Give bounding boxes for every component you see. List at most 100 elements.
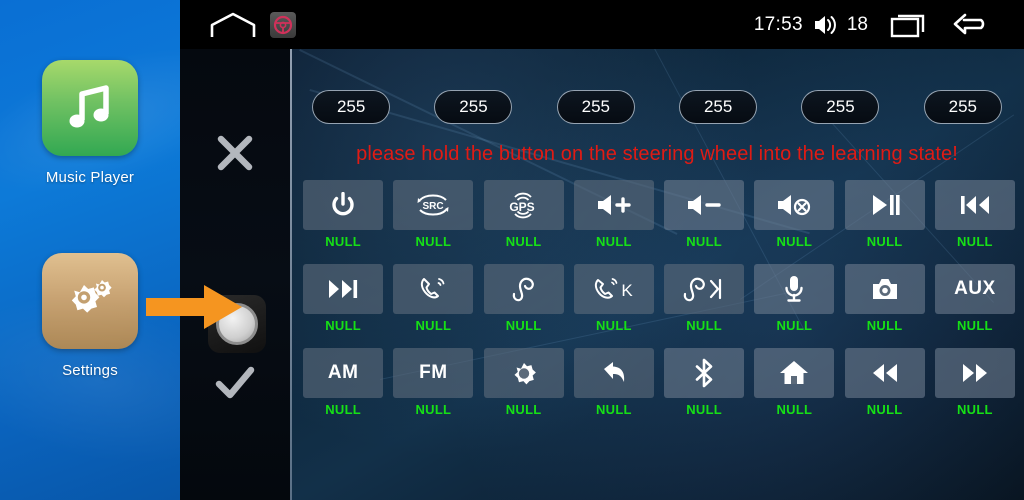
status-bar-right: 17:53 18	[754, 11, 1024, 39]
key-button[interactable]	[844, 348, 925, 398]
key-button[interactable]	[844, 264, 925, 314]
key-label: NULL	[325, 234, 362, 249]
key-button[interactable]	[303, 264, 384, 314]
key-call-end-next[interactable]: NULL	[659, 264, 749, 333]
key-rewind[interactable]: NULL	[840, 348, 930, 417]
key-label: NULL	[956, 318, 993, 333]
volume-down-icon	[688, 195, 721, 215]
svg-text:GPS: GPS	[509, 200, 534, 214]
key-row: AM NULL FM NULL NULL NULL NULL NULL NULL…	[298, 348, 1020, 417]
key-aux[interactable]: AUX NULL	[930, 264, 1020, 333]
key-src[interactable]: SRC NULL	[388, 180, 478, 249]
confirm-button[interactable]	[180, 355, 290, 411]
key-button[interactable]: SRC	[393, 180, 474, 230]
fast-forward-icon	[962, 364, 987, 382]
adc-value-pill[interactable]: 255	[556, 90, 635, 124]
key-button[interactable]	[754, 264, 835, 314]
key-call-answer-k[interactable]: K NULL	[569, 264, 659, 333]
key-volume-up[interactable]: NULL	[569, 180, 659, 249]
key-button[interactable]	[483, 348, 564, 398]
key-next-track[interactable]: NULL	[298, 264, 388, 333]
key-text: AM	[327, 362, 359, 383]
app-label-settings: Settings	[62, 362, 118, 379]
key-button[interactable]	[754, 348, 835, 398]
steering-wheel-icon	[273, 15, 293, 34]
app-label-music-player: Music Player	[45, 169, 135, 186]
recents-button[interactable]	[890, 11, 930, 39]
key-label: NULL	[505, 318, 542, 333]
key-power[interactable]: NULL	[298, 180, 388, 249]
recents-icon	[890, 14, 925, 37]
app-music-player[interactable]: Music Player	[0, 60, 180, 186]
call-end-icon	[512, 277, 534, 302]
key-fm[interactable]: FM NULL	[388, 348, 478, 417]
back-arrow-icon	[603, 362, 625, 382]
camera-icon	[872, 279, 897, 299]
key-button[interactable]: AM	[303, 348, 384, 398]
key-play-pause[interactable]: NULL	[840, 180, 930, 249]
key-button[interactable]	[664, 180, 745, 230]
key-button[interactable]	[844, 180, 925, 230]
key-previous-track[interactable]: NULL	[930, 180, 1020, 249]
svg-text:K: K	[621, 281, 633, 300]
key-bluetooth[interactable]: NULL	[659, 348, 749, 417]
adc-value-pill[interactable]: 255	[801, 90, 880, 124]
key-microphone[interactable]: NULL	[749, 264, 839, 333]
src-icon: SRC	[417, 194, 449, 216]
key-button[interactable]	[393, 264, 474, 314]
brightness-icon	[514, 363, 536, 385]
key-camera[interactable]: NULL	[840, 264, 930, 333]
key-label: NULL	[776, 402, 813, 417]
key-label: NULL	[956, 402, 993, 417]
steering-wheel-app-button[interactable]	[270, 11, 296, 38]
key-am[interactable]: AM NULL	[298, 348, 388, 417]
key-home[interactable]: NULL	[749, 348, 839, 417]
cancel-button[interactable]	[180, 125, 290, 181]
key-label: NULL	[325, 402, 362, 417]
key-gps[interactable]: GPS NULL	[479, 180, 569, 249]
key-label: NULL	[776, 318, 813, 333]
home-button[interactable]	[210, 11, 256, 39]
key-button[interactable]	[483, 264, 564, 314]
key-label: NULL	[595, 318, 632, 333]
back-button[interactable]	[952, 11, 996, 39]
key-fast-forward[interactable]: NULL	[930, 348, 1020, 417]
key-button[interactable]	[664, 348, 745, 398]
key-label: NULL	[956, 234, 993, 249]
key-mute[interactable]: NULL	[749, 180, 839, 249]
key-button[interactable]	[664, 264, 745, 314]
key-text: AUX	[954, 278, 996, 299]
bluetooth-icon	[695, 358, 713, 388]
key-label: NULL	[505, 234, 542, 249]
adc-value-pill[interactable]: 255	[434, 90, 513, 124]
key-button[interactable]	[303, 180, 384, 230]
key-button[interactable]: GPS	[483, 180, 564, 230]
key-button[interactable]	[934, 180, 1015, 230]
key-button[interactable]	[573, 180, 654, 230]
adc-value-pill[interactable]: 255	[312, 90, 391, 124]
svg-text:SRC: SRC	[423, 201, 444, 212]
key-button[interactable]	[934, 348, 1015, 398]
key-brightness[interactable]: NULL	[479, 348, 569, 417]
status-bar-left	[180, 11, 296, 39]
key-button[interactable]: AUX	[934, 264, 1015, 314]
adc-value-row: 255 255 255 255 255 255	[290, 90, 1024, 124]
key-call-answer[interactable]: NULL	[388, 264, 478, 333]
checkmark-icon	[215, 366, 255, 399]
key-call-end[interactable]: NULL	[479, 264, 569, 333]
music-player-icon[interactable]	[42, 60, 138, 156]
key-back[interactable]: NULL	[569, 348, 659, 417]
key-button[interactable]	[573, 348, 654, 398]
key-button[interactable]	[754, 180, 835, 230]
volume-mute-icon	[778, 195, 811, 216]
key-button[interactable]: FM	[393, 348, 474, 398]
adc-value-pill[interactable]: 255	[923, 90, 1002, 124]
settings-icon[interactable]	[42, 253, 138, 349]
call-answer-k-icon: K	[594, 278, 633, 300]
key-volume-down[interactable]: NULL	[659, 180, 749, 249]
play-pause-icon	[872, 195, 900, 215]
adc-value-pill[interactable]: 255	[679, 90, 758, 124]
volume-indicator[interactable]	[813, 14, 839, 36]
gps-icon: GPS	[509, 192, 534, 219]
key-button[interactable]: K	[573, 264, 654, 314]
